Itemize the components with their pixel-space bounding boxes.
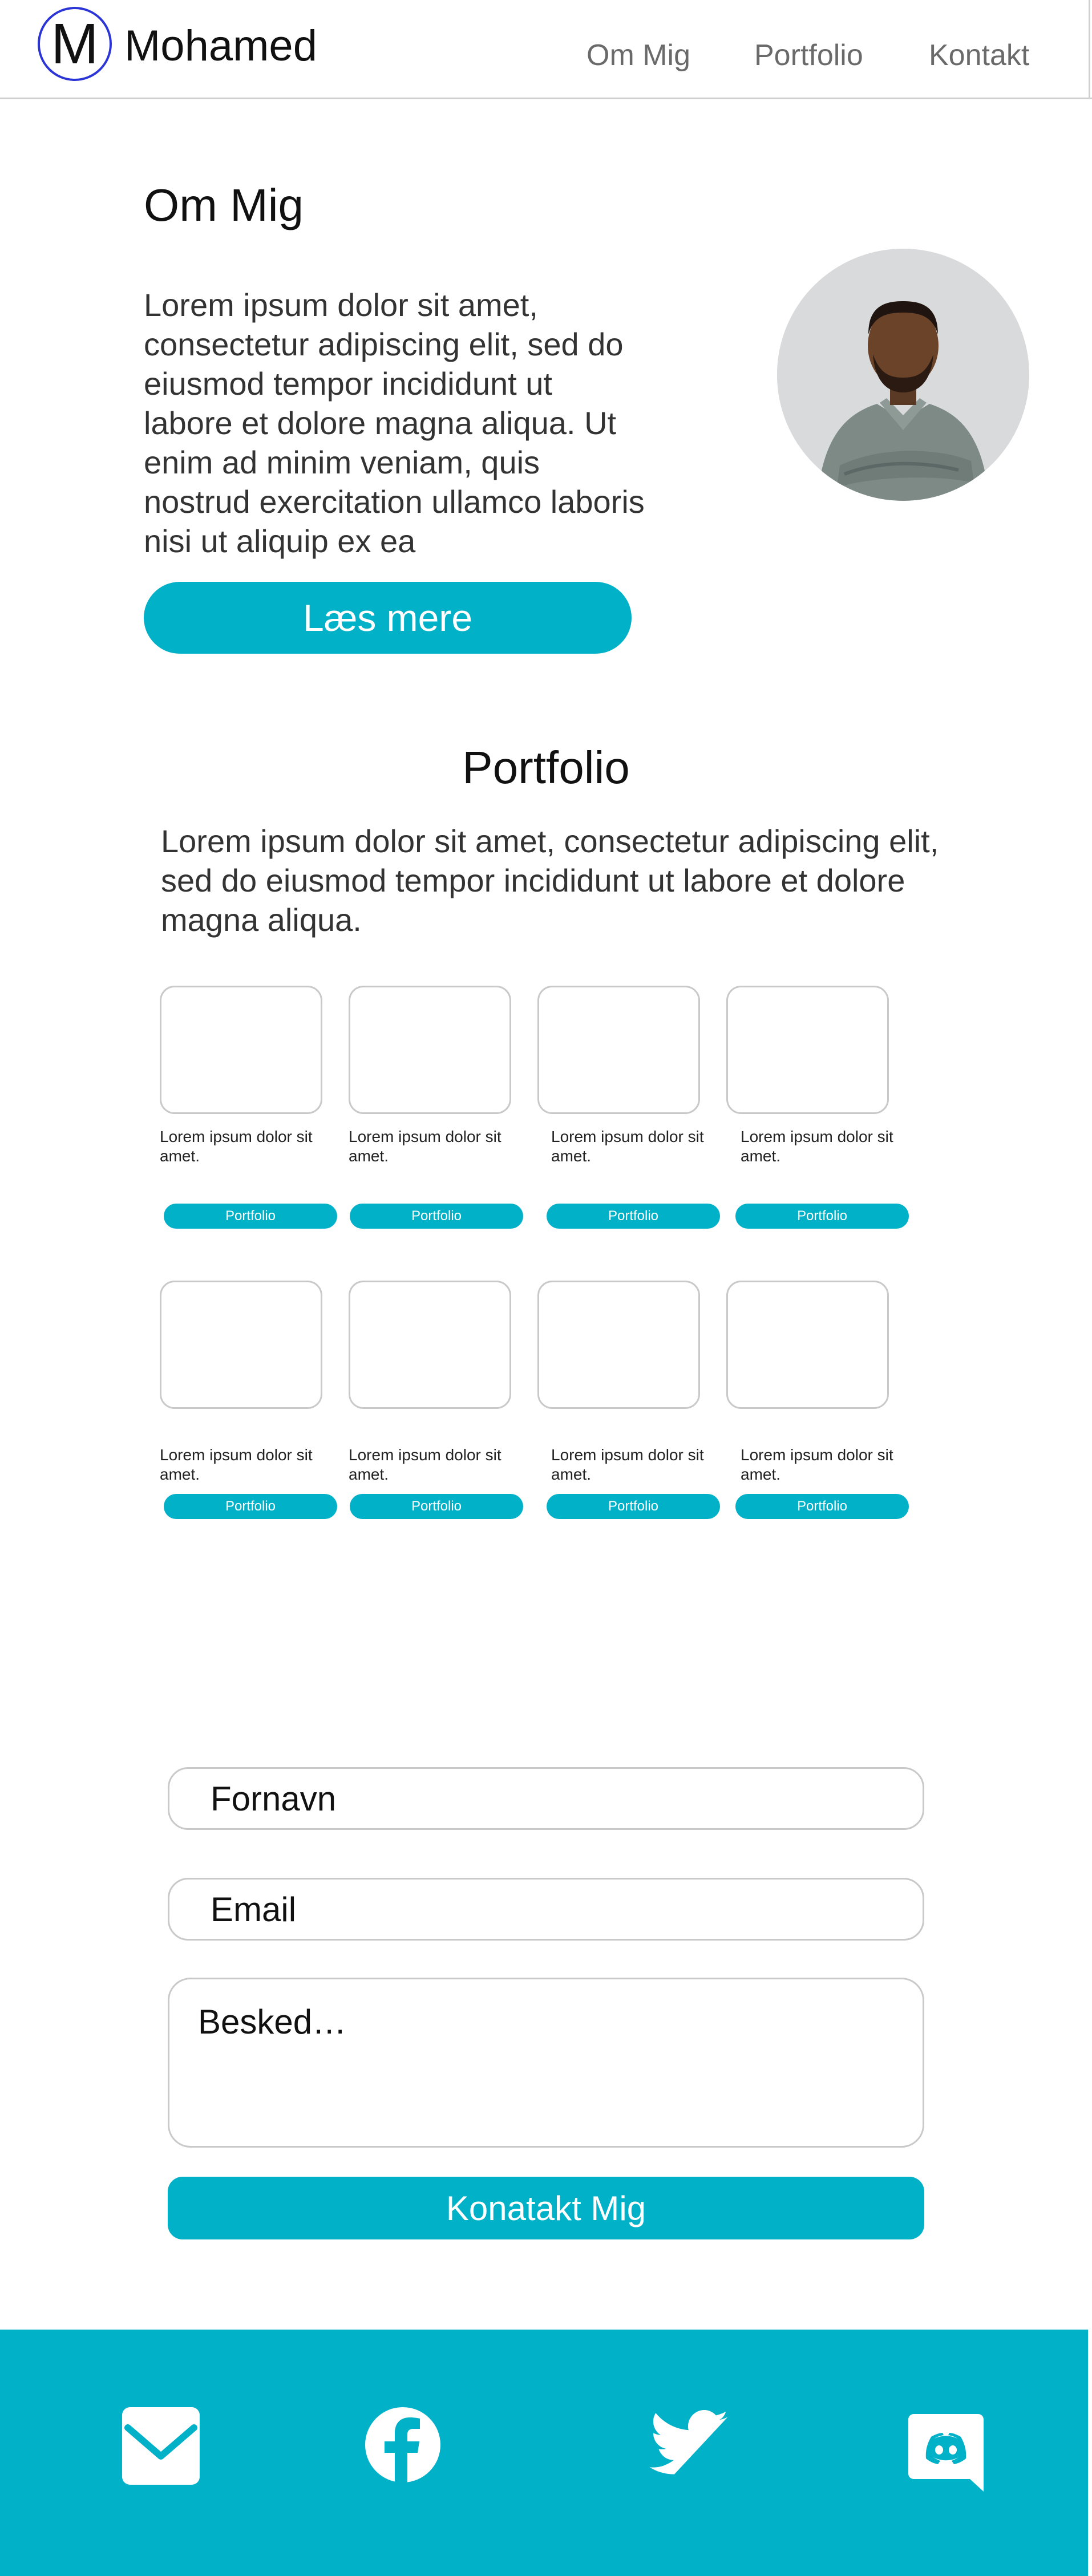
- portfolio-title: Portfolio: [462, 742, 630, 793]
- read-more-button[interactable]: Læs mere: [144, 582, 632, 654]
- portfolio-card-image[interactable]: [349, 986, 511, 1114]
- contact-submit-button[interactable]: Konatakt Mig: [168, 2177, 924, 2239]
- logo-letter: M: [51, 12, 99, 76]
- portfolio-card-image[interactable]: [349, 1281, 511, 1409]
- mail-icon[interactable]: [121, 2406, 201, 2486]
- facebook-icon[interactable]: [363, 2405, 443, 2485]
- discord-icon[interactable]: [907, 2413, 985, 2493]
- nav-link-kontakt[interactable]: Kontakt: [929, 35, 1029, 75]
- portfolio-card-button[interactable]: Portfolio: [547, 1494, 720, 1519]
- portfolio-card-caption: Lorem ipsum dolor sit amet.: [741, 1446, 893, 1483]
- nav-link-om-mig[interactable]: Om Mig: [587, 35, 690, 75]
- site-header: M Mohamed Om Mig Portfolio Kontakt: [0, 0, 1092, 99]
- profile-photo: [777, 249, 1029, 501]
- logo-badge[interactable]: M: [38, 7, 112, 81]
- nav-link-portfolio[interactable]: Portfolio: [754, 35, 863, 75]
- portfolio-card-button[interactable]: Portfolio: [735, 1204, 909, 1229]
- portfolio-text: Lorem ipsum dolor sit amet, consectetur …: [161, 823, 939, 938]
- email-input[interactable]: [168, 1878, 924, 1941]
- portfolio-card-button[interactable]: Portfolio: [547, 1204, 720, 1229]
- portfolio-card-caption: Lorem ipsum dolor sit amet.: [551, 1446, 704, 1483]
- site-footer: [0, 2330, 1088, 2576]
- portfolio-card-image[interactable]: [160, 1281, 322, 1409]
- brand-name[interactable]: Mohamed: [124, 21, 317, 72]
- portfolio-card-button[interactable]: Portfolio: [735, 1494, 909, 1519]
- portfolio-card-caption: Lorem ipsum dolor sit amet.: [741, 1128, 893, 1165]
- portfolio-card-button[interactable]: Portfolio: [164, 1204, 337, 1229]
- portfolio-card-caption: Lorem ipsum dolor sit amet.: [349, 1446, 501, 1483]
- portfolio-card-button[interactable]: Portfolio: [350, 1494, 523, 1519]
- portfolio-card-caption: Lorem ipsum dolor sit amet.: [160, 1446, 313, 1483]
- header-edge-divider: [1089, 0, 1090, 99]
- portfolio-card-image[interactable]: [726, 986, 889, 1114]
- portfolio-card-caption: Lorem ipsum dolor sit amet.: [551, 1128, 704, 1165]
- portfolio-card-button[interactable]: Portfolio: [164, 1494, 337, 1519]
- portfolio-card-caption: Lorem ipsum dolor sit amet.: [160, 1128, 313, 1165]
- firstname-input[interactable]: [168, 1767, 924, 1830]
- portfolio-card-caption: Lorem ipsum dolor sit amet.: [349, 1128, 501, 1165]
- portfolio-card-image[interactable]: [537, 1281, 700, 1409]
- portfolio-card-image[interactable]: [160, 986, 322, 1114]
- profile-person-illustration: [777, 249, 1029, 501]
- twitter-icon[interactable]: [645, 2401, 730, 2487]
- message-textarea[interactable]: [168, 1978, 924, 2148]
- portfolio-card-image[interactable]: [537, 986, 700, 1114]
- about-title: Om Mig: [144, 180, 304, 230]
- portfolio-card-button[interactable]: Portfolio: [350, 1204, 523, 1229]
- about-text: Lorem ipsum dolor sit amet, consectetur …: [144, 287, 645, 559]
- portfolio-card-image[interactable]: [726, 1281, 889, 1409]
